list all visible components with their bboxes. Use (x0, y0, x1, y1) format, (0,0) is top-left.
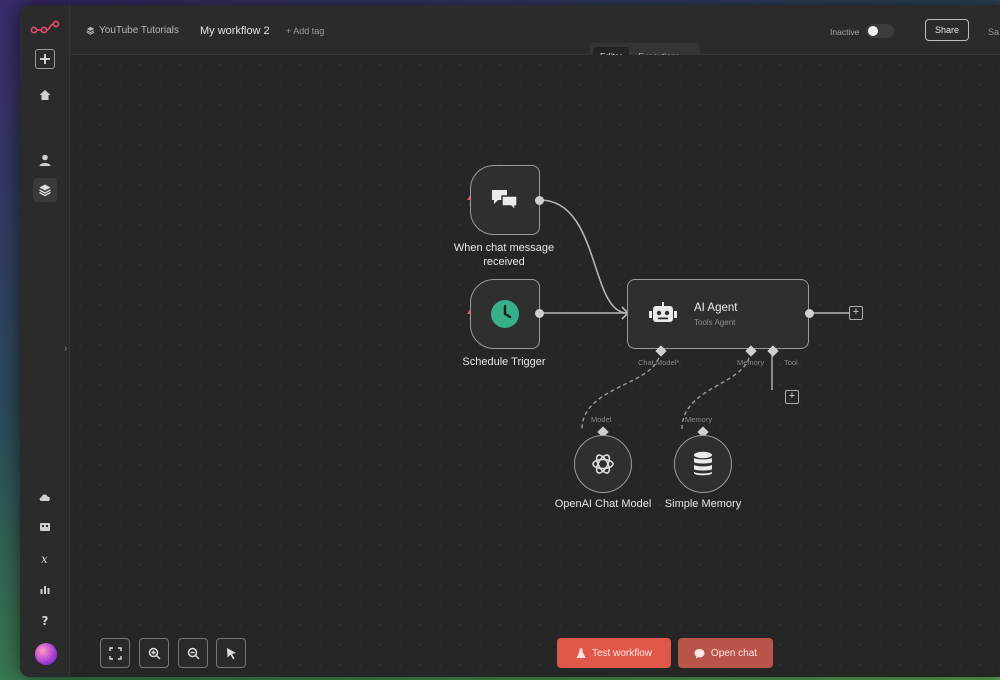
help-icon: ? (42, 614, 49, 627)
chat-bubbles-icon (492, 190, 518, 212)
agent-output-handle[interactable] (805, 309, 814, 318)
sidebar-item-templates[interactable] (33, 515, 57, 539)
memory-port-label: Memory (737, 358, 765, 367)
add-node-after-agent[interactable]: + (849, 306, 863, 320)
app-window: › x ? YouTube Tutorials My workflow 2 + … (20, 5, 1000, 677)
chat-model-port-label: Chat Model* (638, 358, 680, 367)
sidebar-item-cloud[interactable] (33, 485, 57, 509)
sidebar-item-help[interactable]: ? (33, 608, 57, 632)
robot-icon (649, 302, 677, 322)
sidebar-item-personal[interactable] (33, 148, 57, 172)
top-bar: YouTube Tutorials My workflow 2 + Add ta… (70, 5, 1000, 55)
breadcrumb-project[interactable]: YouTube Tutorials (86, 25, 179, 36)
node-chat-trigger[interactable] (470, 165, 540, 235)
n8n-logo[interactable] (30, 19, 60, 37)
node-schedule-trigger[interactable] (470, 279, 540, 349)
project-name: YouTube Tutorials (99, 25, 179, 36)
open-chat-button[interactable]: Open chat (678, 638, 773, 668)
cloud-icon (39, 494, 50, 501)
insights-icon (40, 586, 50, 594)
chat-icon (694, 648, 705, 658)
select-tool-button[interactable] (216, 638, 246, 668)
add-tool-button[interactable]: + (785, 390, 799, 404)
openai-icon (592, 454, 614, 474)
node-ai-agent[interactable]: AI Agent Tools Agent (627, 279, 809, 349)
tool-port-label: Tool (784, 358, 798, 367)
clock-icon (491, 300, 519, 328)
add-tag-link[interactable]: + Add tag (286, 26, 324, 36)
zoom-out-icon (187, 647, 199, 659)
fit-view-button[interactable] (100, 638, 130, 668)
user-icon (39, 154, 51, 166)
share-button[interactable]: Share (925, 19, 969, 41)
agent-subtitle: Tools Agent (694, 317, 736, 327)
agent-title: AI Agent (694, 301, 738, 314)
sidebar-item-projects[interactable] (33, 178, 57, 202)
chat-trigger-label: When chat message received (453, 242, 555, 268)
memory-label: Simple Memory (664, 498, 742, 510)
save-button[interactable]: Sa (988, 27, 999, 37)
agent-text: AI Agent Tools Agent (694, 302, 737, 327)
status-label: Inactive (830, 27, 860, 37)
node-simple-memory[interactable] (674, 435, 732, 493)
memory-node-port-label: Memory (685, 415, 713, 424)
cursor-icon (226, 647, 236, 659)
plus-icon (40, 54, 50, 64)
sidebar-item-home[interactable] (33, 83, 57, 107)
test-workflow-button[interactable]: Test workflow (557, 638, 671, 668)
sidebar-item-variables[interactable]: x (33, 546, 57, 570)
zoom-in-icon (148, 647, 160, 659)
flask-icon (576, 648, 586, 658)
template-icon (40, 523, 50, 531)
svg-text:?: ? (42, 614, 49, 627)
create-button[interactable] (35, 49, 55, 69)
chat-trigger-output-handle[interactable] (535, 196, 544, 205)
fit-view-icon (108, 646, 122, 660)
toggle-knob (868, 26, 878, 36)
schedule-trigger-label: Schedule Trigger (462, 356, 546, 368)
workflow-name[interactable]: My workflow 2 (200, 25, 270, 37)
sidebar-item-insights[interactable] (33, 577, 57, 601)
sidebar: › x ? (20, 5, 70, 677)
layers-icon (39, 184, 51, 197)
zoom-out-button[interactable] (178, 638, 208, 668)
svg-text:x: x (41, 552, 48, 565)
open-chat-label: Open chat (710, 647, 758, 659)
layers-icon (86, 26, 95, 35)
node-openai-chat-model[interactable] (574, 435, 632, 493)
active-toggle[interactable] (866, 24, 894, 38)
schedule-trigger-output-handle[interactable] (535, 309, 544, 318)
test-workflow-label: Test workflow (591, 647, 652, 659)
openai-port-label: Model (591, 415, 612, 424)
variables-icon: x (41, 552, 48, 565)
zoom-in-button[interactable] (139, 638, 169, 668)
database-icon (694, 451, 712, 476)
workflow-canvas[interactable]: When chat message received Schedule Trig… (70, 55, 1000, 677)
home-icon (39, 90, 51, 100)
avatar[interactable] (35, 643, 57, 665)
